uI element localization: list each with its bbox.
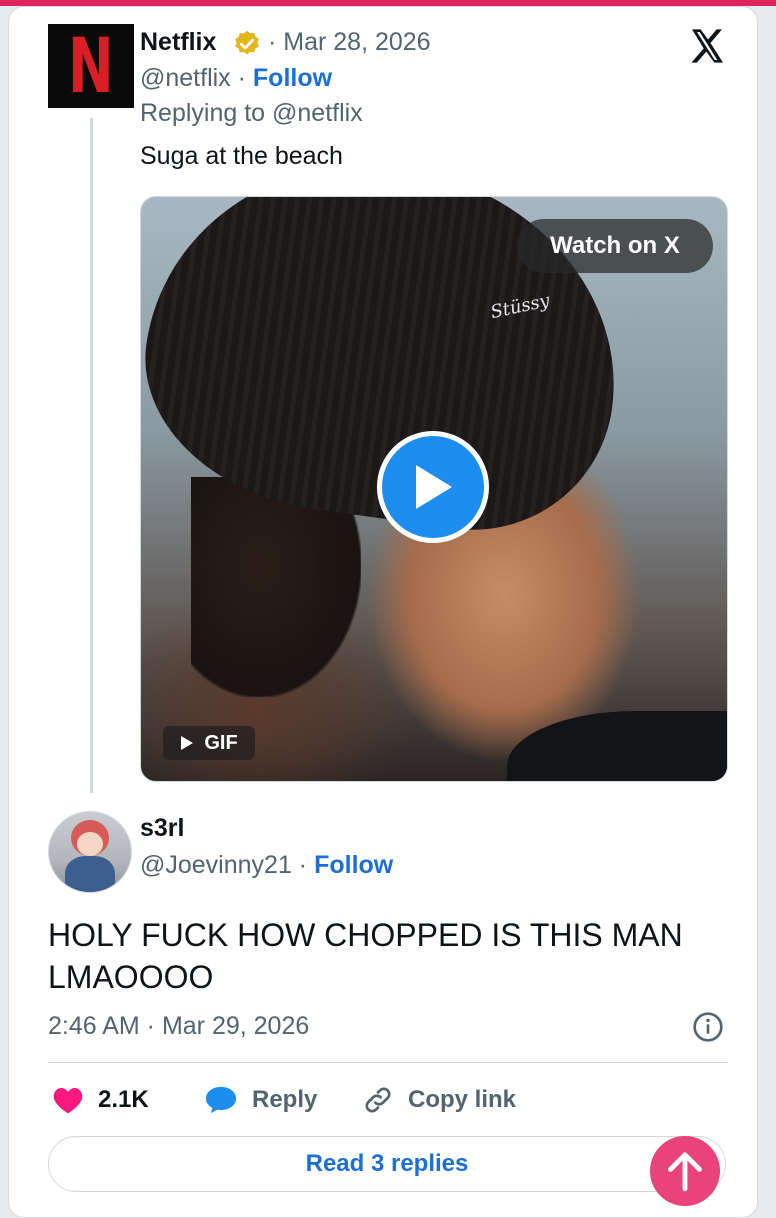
- handle-line: @netflix · Follow: [140, 64, 332, 93]
- x-logo-icon[interactable]: [686, 26, 728, 66]
- reply-follow-link[interactable]: Follow: [314, 851, 393, 879]
- verified-badge-icon: [235, 30, 259, 55]
- gif-label: GIF: [204, 731, 238, 754]
- separator-dot: ·: [291, 851, 315, 879]
- tweet-media-gif[interactable]: Stüssy Watch on X GIF: [140, 196, 728, 782]
- scroll-to-top-button[interactable]: [650, 1136, 720, 1206]
- tweet-text: Suga at the beach: [140, 142, 343, 170]
- gif-badge: GIF: [163, 726, 255, 760]
- tweet-date[interactable]: · Mar 28, 2026: [268, 28, 431, 57]
- play-button[interactable]: [377, 431, 489, 543]
- reply-handle-line: @Joevinny21 · Follow: [140, 851, 393, 880]
- reply-author-name[interactable]: s3rl: [140, 814, 184, 843]
- netflix-logo: N: [68, 21, 114, 110]
- watch-on-x-button[interactable]: Watch on X: [517, 219, 713, 273]
- reply-button[interactable]: Reply: [204, 1082, 317, 1118]
- info-icon[interactable]: [692, 1011, 724, 1043]
- replying-to-text[interactable]: Replying to @netflix: [140, 99, 363, 128]
- read-replies-button[interactable]: Read 3 replies: [48, 1136, 726, 1192]
- media-shoulder-shape: [507, 711, 727, 781]
- reply-tweet-text: HOLY FUCK HOW CHOPPED IS THIS MAN LMAOOO…: [48, 917, 683, 995]
- copy-link-button[interactable]: Copy link: [362, 1082, 516, 1118]
- play-icon: [416, 465, 452, 509]
- arrow-up-icon: [668, 1152, 702, 1192]
- reply-timestamp[interactable]: 2:46 AM · Mar 29, 2026: [48, 1012, 309, 1041]
- thread-connector-line: [90, 118, 93, 793]
- reply-author-handle[interactable]: @Joevinny21: [140, 851, 292, 879]
- separator-dot: ·: [230, 64, 253, 92]
- avatar-face-shape: [77, 832, 103, 856]
- link-icon: [365, 1087, 391, 1113]
- gif-play-icon: [181, 736, 194, 750]
- copy-link-label: Copy link: [408, 1086, 517, 1113]
- divider: [48, 1062, 728, 1063]
- like-button[interactable]: 2.1K: [52, 1082, 149, 1118]
- follow-link[interactable]: Follow: [253, 64, 332, 92]
- avatar-body-shape: [65, 856, 115, 892]
- author-handle[interactable]: @netflix: [140, 64, 231, 92]
- reply-label: Reply: [252, 1086, 318, 1113]
- s3rl-avatar[interactable]: [48, 811, 132, 893]
- reply-bubble-icon: [205, 1086, 237, 1114]
- author-name[interactable]: Netflix: [140, 28, 216, 57]
- like-count: 2.1K: [98, 1086, 149, 1113]
- netflix-avatar[interactable]: N: [48, 24, 134, 108]
- heart-icon: [53, 1088, 83, 1114]
